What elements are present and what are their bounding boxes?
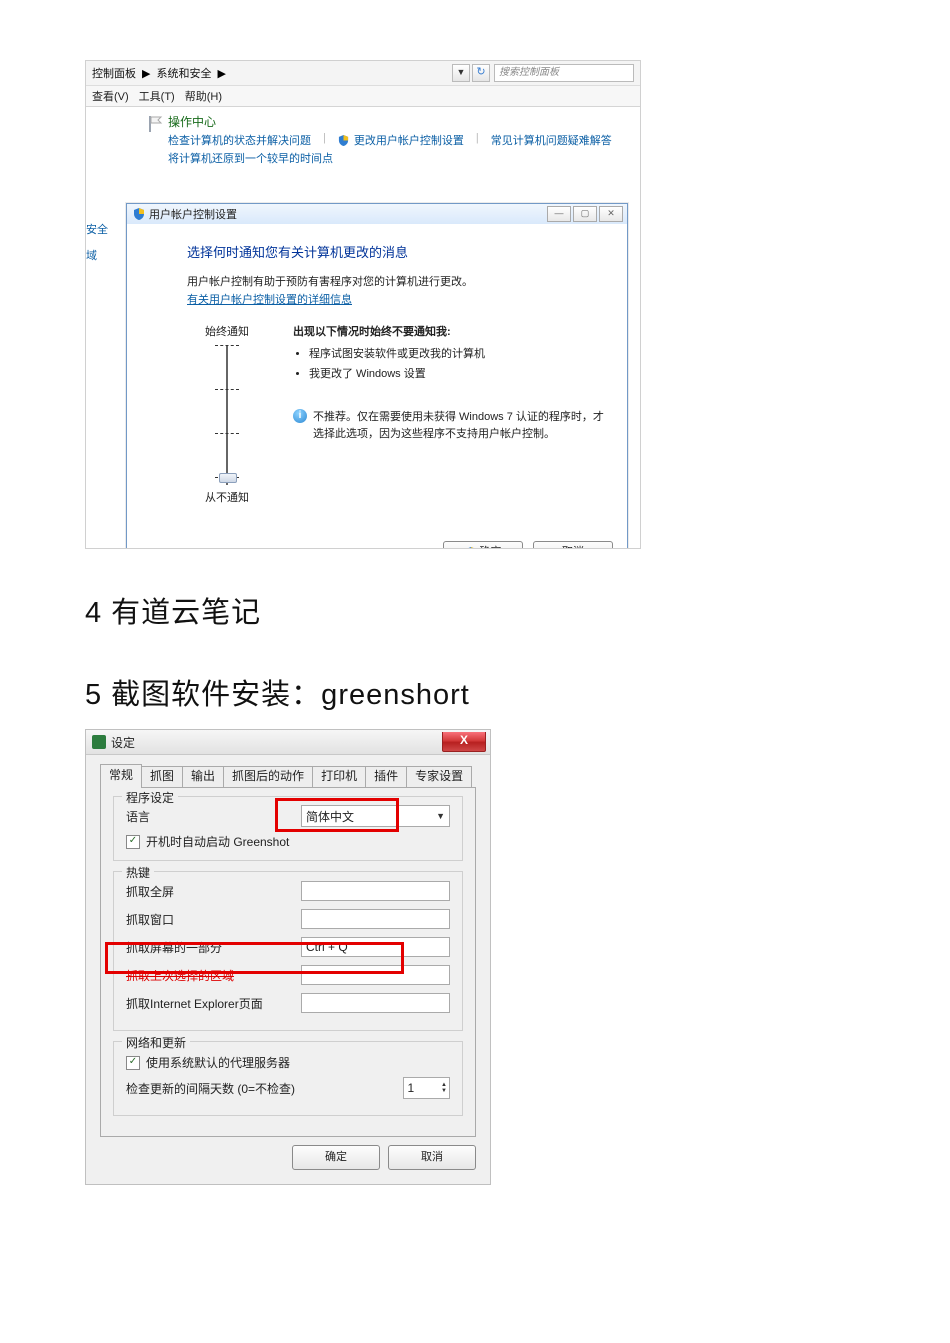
tab-printer[interactable]: 打印机 — [312, 766, 366, 787]
breadcrumb-item[interactable]: 系统和安全 — [156, 65, 211, 81]
slider-thumb[interactable] — [219, 473, 237, 483]
hk-fullscreen-label: 抓取全屏 — [126, 883, 301, 900]
dialog-title: 用户帐户控制设置 — [149, 206, 237, 222]
ok-button[interactable]: 确定 — [292, 1145, 380, 1170]
cp-sidebar: 安全 域 — [86, 217, 108, 269]
autostart-checkbox[interactable]: ✓ — [126, 835, 140, 849]
shield-icon — [465, 547, 477, 550]
hk-fullscreen-input[interactable] — [301, 881, 450, 901]
link-uac-settings[interactable]: 更改用户帐户控制设置 — [354, 135, 464, 147]
greenshot-icon — [92, 735, 106, 749]
chevron-right-icon: ▶ — [217, 67, 225, 80]
hk-region-input[interactable]: Ctrl + Q — [301, 937, 450, 957]
group-hotkeys: 热键 抓取全屏 抓取窗口 抓取屏幕的一部分 Ctrl + Q 抓取上次选择 — [113, 871, 463, 1031]
refresh-button[interactable]: ↻ — [472, 64, 490, 82]
slider-label-top: 始终通知 — [187, 323, 267, 339]
proxy-label: 使用系统默认的代理服务器 — [146, 1054, 290, 1071]
uac-dialog: 用户帐户控制设置 — ▢ ✕ 选择何时通知您有关计算机更改的消息 用户帐户控制有… — [126, 203, 628, 549]
ok-button[interactable]: 确定 — [443, 541, 523, 549]
control-panel-screenshot: 控制面板 ▶ 系统和安全 ▶ ▼ ↻ 搜索控制面板 查看(V) 工具(T) 帮助… — [85, 60, 641, 549]
action-center-heading: 操作中心 检查计算机的状态并解决问题 | 更改用户帐户控制设置 | 常见计算机问… — [168, 113, 612, 166]
group-network: 网络和更新 ✓ 使用系统默认的代理服务器 检查更新的间隔天数 (0=不检查) 1… — [113, 1041, 463, 1116]
address-dropdown-button[interactable]: ▼ — [452, 64, 470, 82]
group-legend: 网络和更新 — [122, 1034, 190, 1051]
info-icon: i — [293, 409, 307, 423]
menu-view[interactable]: 查看(V) — [92, 88, 129, 104]
section-5-heading: 5 截图软件安装：greenshort — [85, 671, 865, 713]
hk-last-label: 抓取上次选择的区域 — [126, 967, 301, 984]
link-troubleshoot[interactable]: 常见计算机问题疑难解答 — [491, 132, 612, 148]
bullet-item: 程序试图安装软件或更改我的计算机 — [309, 345, 605, 361]
never-notify-heading: 出现以下情况时始终不要通知我: — [293, 323, 605, 339]
section-4-heading: 4 有道云笔记 — [85, 589, 865, 631]
tab-plugins[interactable]: 插件 — [365, 766, 407, 787]
sidebar-item[interactable]: 安全 — [86, 217, 108, 243]
uac-titlebar: 用户帐户控制设置 — ▢ ✕ — [127, 204, 627, 224]
search-input[interactable]: 搜索控制面板 — [494, 64, 634, 82]
group-program-settings: 程序设定 语言 简体中文 ▼ ✓ 开机时自动启动 Greenshot — [113, 796, 463, 861]
uac-description: 用户帐户控制有助于预防有害程序对您的计算机进行更改。 — [187, 273, 605, 289]
update-interval-spinner[interactable]: 1 ▲▼ — [403, 1077, 451, 1099]
settings-tabs: 常规 抓图 输出 抓图后的动作 打印机 插件 专家设置 — [100, 764, 476, 788]
uac-note-text: 不推荐。仅在需要使用未获得 Windows 7 认证的程序时，才选择此选项，因为… — [313, 409, 605, 442]
gs-titlebar: 设定 X — [86, 730, 490, 755]
autostart-label: 开机时自动启动 Greenshot — [146, 833, 289, 850]
flag-icon — [146, 115, 164, 133]
cancel-button[interactable]: 取消 — [533, 541, 613, 549]
link-restore[interactable]: 将计算机还原到一个较早的时间点 — [168, 150, 333, 166]
hk-window-label: 抓取窗口 — [126, 911, 301, 928]
action-center-title: 操作中心 — [168, 113, 612, 130]
hk-last-input[interactable] — [301, 965, 450, 985]
cp-menubar: 查看(V) 工具(T) 帮助(H) — [86, 86, 640, 107]
tab-output[interactable]: 输出 — [182, 766, 224, 787]
greenshot-settings-dialog: 设定 X 常规 抓图 输出 抓图后的动作 打印机 插件 专家设置 程序设定 — [85, 729, 491, 1185]
group-legend: 程序设定 — [122, 789, 178, 806]
sidebar-item[interactable]: 域 — [86, 243, 108, 269]
tab-expert[interactable]: 专家设置 — [406, 766, 472, 787]
tab-postcapture[interactable]: 抓图后的动作 — [223, 766, 313, 787]
tab-capture[interactable]: 抓图 — [141, 766, 183, 787]
chevron-down-icon: ▼ — [436, 811, 445, 821]
update-interval-label: 检查更新的间隔天数 (0=不检查) — [126, 1080, 403, 1097]
chevron-right-icon: ▶ — [142, 67, 150, 80]
uac-heading: 选择何时通知您有关计算机更改的消息 — [187, 242, 605, 261]
menu-help[interactable]: 帮助(H) — [185, 88, 222, 104]
cp-address-bar: 控制面板 ▶ 系统和安全 ▶ ▼ ↻ 搜索控制面板 — [86, 61, 640, 86]
language-label: 语言 — [126, 808, 301, 825]
tab-general[interactable]: 常规 — [100, 764, 142, 788]
hk-ie-label: 抓取Internet Explorer页面 — [126, 995, 301, 1012]
group-legend: 热键 — [122, 864, 154, 881]
hk-ie-input[interactable] — [301, 993, 450, 1013]
link-check-status[interactable]: 检查计算机的状态并解决问题 — [168, 132, 311, 148]
uac-slider[interactable] — [226, 345, 228, 485]
hk-window-input[interactable] — [301, 909, 450, 929]
dialog-title: 设定 — [111, 734, 135, 751]
language-select[interactable]: 简体中文 ▼ — [301, 805, 450, 827]
cancel-button[interactable]: 取消 — [388, 1145, 476, 1170]
menu-tools[interactable]: 工具(T) — [139, 88, 175, 104]
uac-more-info-link[interactable]: 有关用户帐户控制设置的详细信息 — [187, 291, 352, 307]
breadcrumb-item[interactable]: 控制面板 — [92, 65, 136, 81]
maximize-button[interactable]: ▢ — [573, 206, 597, 222]
shield-icon — [338, 135, 349, 146]
bullet-item: 我更改了 Windows 设置 — [309, 365, 605, 381]
shield-icon — [133, 208, 145, 220]
proxy-checkbox[interactable]: ✓ — [126, 1056, 140, 1070]
close-button[interactable]: ✕ — [599, 206, 623, 222]
close-button[interactable]: X — [442, 732, 486, 752]
hk-region-label: 抓取屏幕的一部分 — [126, 939, 301, 956]
minimize-button[interactable]: — — [547, 206, 571, 222]
slider-label-bottom: 从不通知 — [187, 489, 267, 505]
